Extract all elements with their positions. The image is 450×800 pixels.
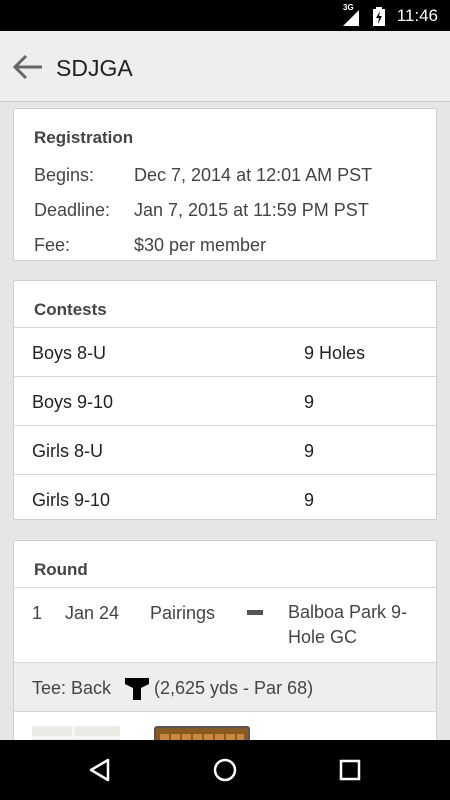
contest-row[interactable]: Girls 8-U 9 (14, 425, 436, 474)
contest-holes: 9 (304, 392, 315, 412)
map-road (32, 736, 120, 739)
scorecard-thumbnail[interactable] (154, 726, 250, 740)
map-road (72, 726, 75, 740)
back-triangle-icon[interactable] (86, 756, 114, 784)
map-thumbnail[interactable] (32, 726, 120, 740)
round-card: Round 1 Jan 24 Pairings Balboa Park 9-Ho… (13, 540, 437, 740)
page-title: SDJGA (56, 55, 133, 81)
begins-value: Dec 7, 2014 at 12:01 AM PST (134, 165, 373, 185)
separator-dash (247, 610, 263, 615)
clock: 11:46 (396, 6, 438, 25)
deadline-value: Jan 7, 2015 at 11:59 PM PST (134, 200, 369, 220)
fee-label: Fee: (34, 235, 71, 255)
course-name[interactable]: Balboa Park 9-Hole GC (288, 600, 428, 650)
status-bar: 3G 11:46 (0, 0, 450, 31)
registration-card: Registration Begins: Dec 7, 2014 at 12:0… (13, 108, 437, 261)
registration-title: Registration (34, 128, 134, 147)
system-nav-bar (0, 740, 450, 800)
tee-marker-icon (125, 678, 149, 700)
battery-icon (373, 7, 385, 26)
recents-square-icon[interactable] (336, 756, 364, 784)
contest-holes: 9 (304, 441, 315, 461)
contests-title: Contests (34, 300, 107, 319)
round-date: Jan 24 (65, 603, 120, 623)
registration-fee: Fee: $30 per member (14, 229, 436, 264)
contest-name: Girls 8-U (32, 441, 103, 461)
begins-label: Begins: (34, 165, 95, 185)
contest-row[interactable]: Girls 9-10 9 (14, 474, 436, 523)
contest-holes: 9 Holes (304, 343, 366, 363)
round-title: Round (34, 560, 88, 579)
round-row[interactable]: 1 Jan 24 Pairings Balboa Park 9-Hole GC (14, 587, 436, 662)
contest-name: Girls 9-10 (32, 490, 111, 510)
contest-name: Boys 8-U (32, 343, 107, 363)
scroll-content[interactable]: Registration Begins: Dec 7, 2014 at 12:0… (0, 102, 450, 740)
arrow-left-icon[interactable] (12, 53, 44, 81)
pairings-link[interactable]: Pairings (150, 603, 215, 624)
contest-name: Boys 9-10 (32, 392, 114, 412)
contest-row[interactable]: Boys 8-U 9 Holes (14, 327, 436, 376)
tee-label: Tee: Back (32, 678, 112, 698)
fee-value: $30 per member (134, 235, 267, 255)
registration-begins: Begins: Dec 7, 2014 at 12:01 AM PST (14, 159, 436, 194)
contest-holes: 9 (304, 490, 315, 510)
round-thumbnails (14, 712, 436, 740)
tee-row: Tee: Back (2,625 yds - Par 68) (14, 662, 436, 712)
deadline-label: Deadline: (34, 200, 111, 220)
tee-yardage: (2,625 yds - Par 68) (154, 678, 314, 698)
app-bar: SDJGA (0, 31, 450, 102)
contests-card: Contests Boys 8-U 9 Holes Boys 9-10 9 Gi… (13, 280, 437, 520)
round-number: 1 (32, 603, 43, 623)
home-circle-icon[interactable] (211, 756, 239, 784)
registration-deadline: Deadline: Jan 7, 2015 at 11:59 PM PST (14, 194, 436, 229)
signal-icon (343, 10, 359, 26)
contest-row[interactable]: Boys 9-10 9 (14, 376, 436, 425)
